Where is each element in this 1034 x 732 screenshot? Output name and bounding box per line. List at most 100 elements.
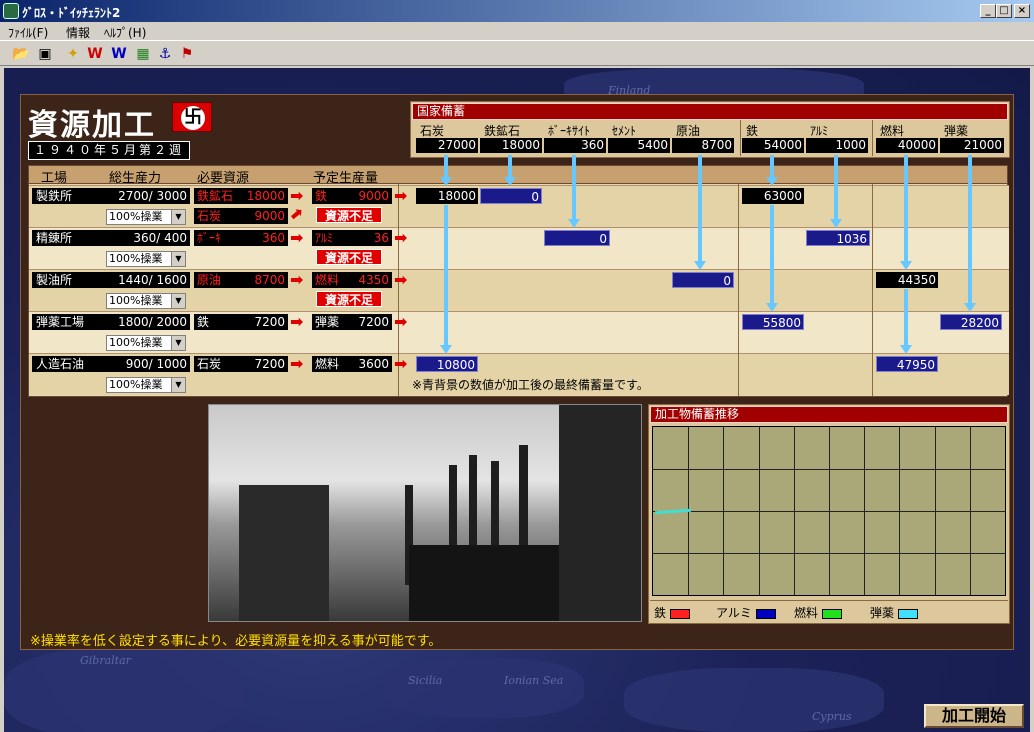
flow-arrow	[698, 155, 702, 261]
operation-rate-select[interactable]: 100%操業 ▼	[106, 377, 186, 393]
planned-output: 燃料 3600	[312, 356, 392, 372]
current-date: １９４０年５月第２週	[28, 141, 190, 160]
grid-line	[653, 469, 1005, 470]
w-red-icon[interactable]: W	[86, 45, 104, 63]
unit-icon[interactable]: ✦	[64, 45, 82, 63]
chevron-down-icon[interactable]: ▼	[171, 336, 185, 350]
flow-arrow	[508, 155, 512, 177]
output-name: ｱﾙﾐ	[315, 231, 334, 245]
output-amount: 36	[373, 231, 389, 245]
minimize-button[interactable]: _	[980, 4, 996, 18]
reserve-value: 21000	[940, 138, 1004, 153]
result-value: 28200	[940, 314, 1002, 330]
flow-arrow	[968, 155, 972, 303]
chevron-down-icon[interactable]: ▼	[171, 294, 185, 308]
reserve-label: 原油	[676, 124, 701, 138]
result-value: 63000	[742, 188, 804, 204]
reserve-value: 27000	[416, 138, 478, 153]
arrowhead-icon	[964, 303, 976, 312]
factory-capacity: 900/ 1000	[104, 356, 190, 372]
open-folder-icon[interactable]: 📂	[12, 45, 30, 63]
reserve-value: 1000	[806, 138, 868, 153]
page-title: 資源加工	[28, 108, 156, 143]
legend-label: 燃料	[794, 606, 819, 620]
w-blue-icon[interactable]: W	[110, 45, 128, 63]
reserve-label: 鉄	[746, 124, 759, 138]
menu-help[interactable]: ﾍﾙﾌﾟ(H)	[104, 24, 146, 41]
result-value: 47950	[876, 356, 938, 372]
flow-arrow	[444, 155, 448, 177]
required-resource: 石炭 7200	[194, 356, 288, 372]
divider	[740, 120, 741, 156]
operation-rate-value: 100%操業	[109, 210, 163, 223]
header-factory: 工場	[41, 171, 68, 186]
required-resource: 原油 8700	[194, 272, 288, 288]
legend-ammo: 弾薬	[870, 604, 918, 621]
reserve-label: ｾﾒﾝﾄ	[612, 124, 637, 138]
output-amount: 4350	[358, 273, 389, 287]
planned-output: 燃料 4350	[312, 272, 392, 288]
chevron-down-icon[interactable]: ▼	[171, 252, 185, 266]
factory-capacity: 360/ 400	[104, 230, 190, 246]
menu-info[interactable]: 情報	[66, 24, 90, 41]
factory-name: 人造石油	[32, 356, 104, 372]
chevron-down-icon[interactable]: ▼	[171, 378, 185, 392]
arrow-right-icon: ➡	[290, 228, 304, 247]
arrow-right-icon: ➡	[394, 354, 408, 373]
required-amount: 9000	[254, 209, 285, 223]
map-icon[interactable]: ▦	[134, 45, 152, 63]
flow-arrow	[904, 289, 908, 345]
reserve-value: 40000	[876, 138, 938, 153]
flow-arrow	[834, 155, 838, 219]
save-disk-icon[interactable]: ▣	[36, 45, 54, 63]
arrowhead-icon	[900, 261, 912, 270]
capacity-value: 900/ 1000	[125, 357, 187, 371]
output-name: 弾薬	[315, 315, 340, 329]
arrowhead-icon	[766, 177, 778, 186]
required-amount: 8700	[254, 273, 285, 287]
arrow-right-icon: ➡	[394, 312, 408, 331]
legend-aluminum: アルミ	[716, 604, 776, 621]
anchor-icon[interactable]: ⚓	[156, 45, 174, 63]
operation-rate-value: 100%操業	[109, 336, 163, 349]
reserve-label: 鉄鉱石	[484, 124, 521, 138]
close-button[interactable]: ×	[1014, 4, 1030, 18]
hint-text: ※操業率を低く設定する事により、必要資源量を抑える事が可能です。	[30, 634, 442, 649]
maximize-button[interactable]: □	[996, 4, 1012, 18]
operation-rate-select[interactable]: 100%操業 ▼	[106, 251, 186, 267]
result-value: 18000	[416, 188, 478, 204]
factory-name: 精錬所	[32, 230, 104, 246]
emblem-icon: 卐	[181, 106, 205, 130]
start-processing-button[interactable]: 加工開始	[924, 704, 1024, 728]
menu-file[interactable]: ﾌｧｲﾙ(F)	[8, 24, 48, 41]
divider	[872, 120, 873, 156]
result-value: 0	[544, 230, 610, 246]
legend-label: アルミ	[716, 606, 752, 620]
arrow-right-icon: ➡	[290, 312, 304, 331]
chevron-down-icon[interactable]: ▼	[171, 210, 185, 224]
reserve-label: 石炭	[420, 124, 445, 138]
factory-name: 製鉄所	[32, 188, 104, 204]
reserve-value: 5400	[608, 138, 670, 153]
header-required: 必要資源	[197, 171, 250, 186]
capacity-value: 1440/ 1600	[118, 273, 187, 287]
arrowhead-icon	[766, 303, 778, 312]
planned-output: 弾薬 7200	[312, 314, 392, 330]
app-icon	[3, 3, 19, 19]
operation-rate-select[interactable]: 100%操業 ▼	[106, 209, 186, 225]
table-note: ※青背景の数値が加工後の最終備蓄量です。	[412, 378, 649, 392]
result-value: 0	[480, 188, 542, 204]
factory-capacity: 1800/ 2000	[104, 314, 190, 330]
nation-flag: 卐	[172, 102, 212, 132]
operation-rate-select[interactable]: 100%操業 ▼	[106, 335, 186, 351]
operation-rate-value: 100%操業	[109, 378, 163, 391]
reserve-value: 54000	[742, 138, 804, 153]
required-resource: ﾎﾞｰｷ 360	[194, 230, 288, 246]
operation-rate-select[interactable]: 100%操業 ▼	[106, 293, 186, 309]
shortage-badge: 資源不足	[316, 291, 382, 307]
flow-arrow	[904, 155, 908, 261]
required-amount: 18000	[246, 189, 285, 203]
flag-icon[interactable]: ⚑	[178, 45, 196, 63]
arrowhead-icon	[900, 345, 912, 354]
capacity-value: 360/ 400	[133, 231, 187, 245]
